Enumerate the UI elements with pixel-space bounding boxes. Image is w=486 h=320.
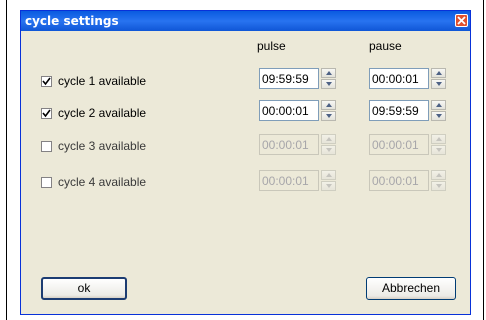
cycle-3-pause-spin-buttons [431, 134, 446, 155]
cycle-2-pulse-spinner[interactable]: 00:00:01 [259, 100, 336, 121]
chevron-up-icon [326, 103, 332, 107]
chevron-down-icon [436, 82, 442, 86]
chevron-down-icon [326, 148, 332, 152]
cycle-3-pulse-field: 00:00:01 [259, 134, 319, 155]
cycle-2-row[interactable]: cycle 2 available [41, 106, 146, 120]
cycle-settings-dialog: cycle settings pulse pause cycle 1 avail… [20, 10, 471, 315]
chevron-down-icon [436, 114, 442, 118]
cycle-4-pause-up-button [431, 170, 446, 180]
chevron-down-icon [326, 184, 332, 188]
close-button[interactable] [455, 14, 468, 27]
cycle-4-checkbox[interactable] [41, 176, 52, 188]
cycle-4-pulse-spinner: 00:00:01 [259, 170, 336, 191]
cycle-1-pulse-spinner[interactable]: 09:59:59 [259, 68, 336, 89]
pause-column-header: pause [369, 39, 402, 53]
cycle-4-pulse-spin-buttons [321, 170, 336, 191]
chevron-up-icon [326, 137, 332, 141]
checkmark-icon [42, 77, 51, 85]
cycle-3-pulse-down-button [321, 145, 336, 155]
cycle-3-checkbox[interactable] [41, 140, 52, 152]
cycle-3-pause-spinner: 00:00:01 [369, 134, 446, 155]
cycle-1-pause-spin-buttons [431, 68, 446, 89]
cycle-4-pause-spinner: 00:00:01 [369, 170, 446, 191]
cycle-4-pause-field: 00:00:01 [369, 170, 429, 191]
ok-button[interactable]: ok [41, 277, 127, 300]
chevron-down-icon [436, 184, 442, 188]
cycle-1-pulse-up-button[interactable] [321, 68, 336, 78]
cycle-4-row[interactable]: cycle 4 available [41, 175, 146, 189]
cycle-1-row[interactable]: cycle 1 available [41, 74, 146, 88]
cycle-3-pause-field: 00:00:01 [369, 134, 429, 155]
cycle-1-pause-field[interactable]: 00:00:01 [369, 68, 429, 89]
cycle-4-label: cycle 4 available [58, 175, 147, 189]
titlebar[interactable]: cycle settings [21, 11, 470, 31]
cycle-2-pause-up-button[interactable] [431, 100, 446, 110]
cycle-3-label: cycle 3 available [58, 139, 147, 153]
cycle-3-pause-down-button [431, 145, 446, 155]
chevron-up-icon [436, 103, 442, 107]
cycle-1-pause-down-button[interactable] [431, 79, 446, 89]
chevron-up-icon [326, 71, 332, 75]
cycle-4-pulse-down-button [321, 181, 336, 191]
chevron-up-icon [436, 173, 442, 177]
chevron-down-icon [326, 114, 332, 118]
checkmark-icon [42, 109, 51, 117]
cycle-4-pause-spin-buttons [431, 170, 446, 191]
chevron-up-icon [326, 173, 332, 177]
cycle-1-label: cycle 1 available [58, 74, 147, 88]
cycle-1-pulse-spin-buttons [321, 68, 336, 89]
chevron-up-icon [436, 71, 442, 75]
pulse-column-header: pulse [257, 39, 286, 53]
cycle-4-pause-down-button [431, 181, 446, 191]
cycle-3-pulse-spinner: 00:00:01 [259, 134, 336, 155]
cycle-4-pulse-up-button [321, 170, 336, 180]
chevron-down-icon [326, 82, 332, 86]
cycle-1-checkbox[interactable] [41, 75, 52, 87]
cycle-2-pulse-down-button[interactable] [321, 111, 336, 121]
cycle-1-pause-spinner[interactable]: 00:00:01 [369, 68, 446, 89]
cycle-3-pause-up-button [431, 134, 446, 144]
cancel-button[interactable]: Abbrechen [366, 277, 456, 300]
cycle-2-pause-down-button[interactable] [431, 111, 446, 121]
cycle-3-pulse-spin-buttons [321, 134, 336, 155]
cycle-2-pause-field[interactable]: 09:59:59 [369, 100, 429, 121]
cycle-3-row[interactable]: cycle 3 available [41, 139, 146, 153]
cycle-1-pulse-down-button[interactable] [321, 79, 336, 89]
cycle-2-checkbox[interactable] [41, 107, 52, 119]
chevron-down-icon [436, 148, 442, 152]
cycle-1-pause-up-button[interactable] [431, 68, 446, 78]
chevron-up-icon [436, 137, 442, 141]
cycle-2-pause-spinner[interactable]: 09:59:59 [369, 100, 446, 121]
cycle-2-pulse-spin-buttons [321, 100, 336, 121]
dialog-title: cycle settings [25, 14, 119, 28]
cycle-1-pulse-field[interactable]: 09:59:59 [259, 68, 319, 89]
cycle-2-pulse-field[interactable]: 00:00:01 [259, 100, 319, 121]
close-icon [457, 16, 466, 25]
cycle-2-pulse-up-button[interactable] [321, 100, 336, 110]
cycle-2-pause-spin-buttons [431, 100, 446, 121]
cycle-3-pulse-up-button [321, 134, 336, 144]
cycle-4-pulse-field: 00:00:01 [259, 170, 319, 191]
cycle-2-label: cycle 2 available [58, 106, 147, 120]
